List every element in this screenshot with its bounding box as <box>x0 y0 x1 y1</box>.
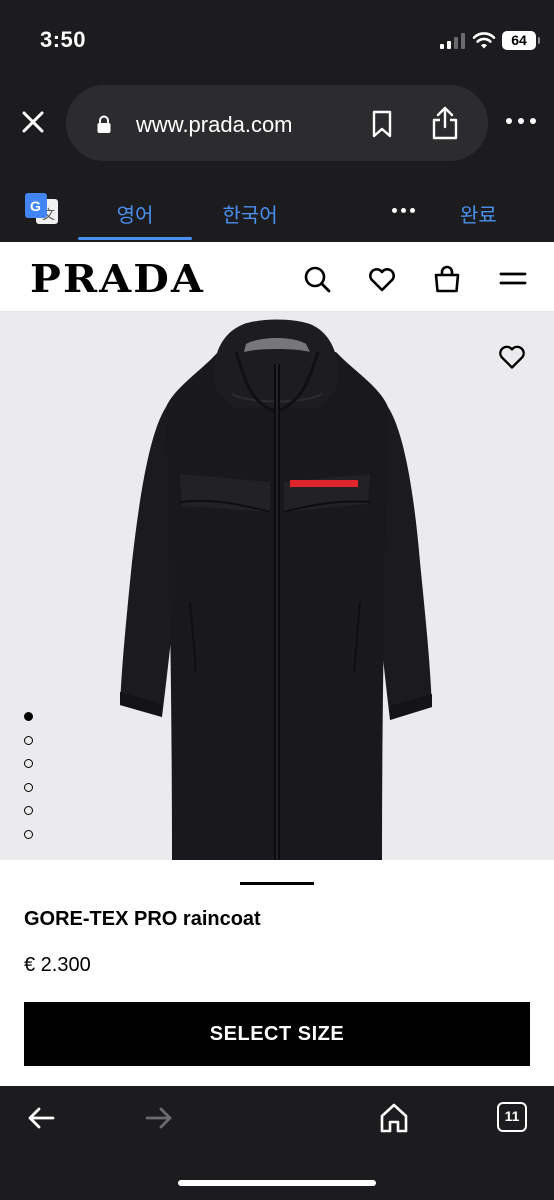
gallery-dot[interactable] <box>24 806 33 815</box>
browser-toolbar: www.prada.com <box>0 80 554 170</box>
close-icon[interactable] <box>18 107 48 137</box>
tab-target-language[interactable]: 한국어 <box>210 199 290 228</box>
home-indicator <box>178 1180 376 1186</box>
cellular-signal-icon <box>440 33 466 49</box>
browser-bottom-toolbar: 11 <box>0 1086 554 1200</box>
status-time: 3:50 <box>40 27 87 52</box>
source-language-label: 영어 <box>116 205 154 227</box>
home-icon[interactable] <box>379 1102 409 1134</box>
product-image-gallery[interactable] <box>0 312 554 860</box>
svg-text:G: G <box>30 198 41 214</box>
translate-bar: 文 G 영어 한국어 완료 <box>0 170 554 242</box>
battery-icon: 64 <box>502 31 540 50</box>
heart-icon[interactable] <box>367 264 397 294</box>
more-icon[interactable] <box>506 118 536 126</box>
prada-logo[interactable]: PRADA <box>30 256 205 301</box>
lock-icon <box>97 115 111 133</box>
tab-source-language[interactable]: 영어 <box>78 170 192 242</box>
product-name: GORE-TEX PRO raincoat <box>24 908 261 930</box>
shopping-bag-icon[interactable] <box>432 264 462 294</box>
menu-icon[interactable] <box>498 264 528 294</box>
gallery-dot[interactable] <box>24 759 33 768</box>
address-bar[interactable]: www.prada.com <box>66 85 488 161</box>
raincoat-product-image <box>120 319 432 860</box>
select-size-button[interactable]: SELECT SIZE <box>24 1002 530 1066</box>
status-bar: 3:50 64 <box>0 0 554 80</box>
gallery-dot[interactable] <box>24 829 33 839</box>
url-text: www.prada.com <box>136 112 293 137</box>
red-stripe <box>290 480 358 487</box>
tabs-icon[interactable]: 11 <box>497 1102 527 1132</box>
active-tab-underline <box>78 237 192 240</box>
share-icon[interactable] <box>430 105 460 141</box>
gallery-pagination <box>24 712 34 853</box>
wifi-icon <box>472 32 496 49</box>
product-price: € 2.300 <box>24 954 91 976</box>
site-header: PRADA <box>0 242 554 312</box>
heart-icon[interactable] <box>498 344 526 370</box>
search-icon[interactable] <box>302 264 332 294</box>
gallery-dot[interactable] <box>24 782 33 792</box>
bookmark-icon[interactable] <box>368 109 396 139</box>
more-icon[interactable] <box>392 208 416 214</box>
gallery-dot[interactable] <box>24 712 33 721</box>
gallery-dot[interactable] <box>24 735 33 745</box>
google-translate-icon[interactable]: 文 G <box>24 192 60 226</box>
translate-done-button[interactable]: 완료 <box>460 199 497 228</box>
product-info-panel: GORE-TEX PRO raincoat € 2.300 SELECT SIZ… <box>0 860 554 1086</box>
panel-drag-handle[interactable] <box>240 882 314 885</box>
forward-arrow-icon <box>145 1107 172 1129</box>
back-arrow-icon[interactable] <box>26 1104 56 1132</box>
